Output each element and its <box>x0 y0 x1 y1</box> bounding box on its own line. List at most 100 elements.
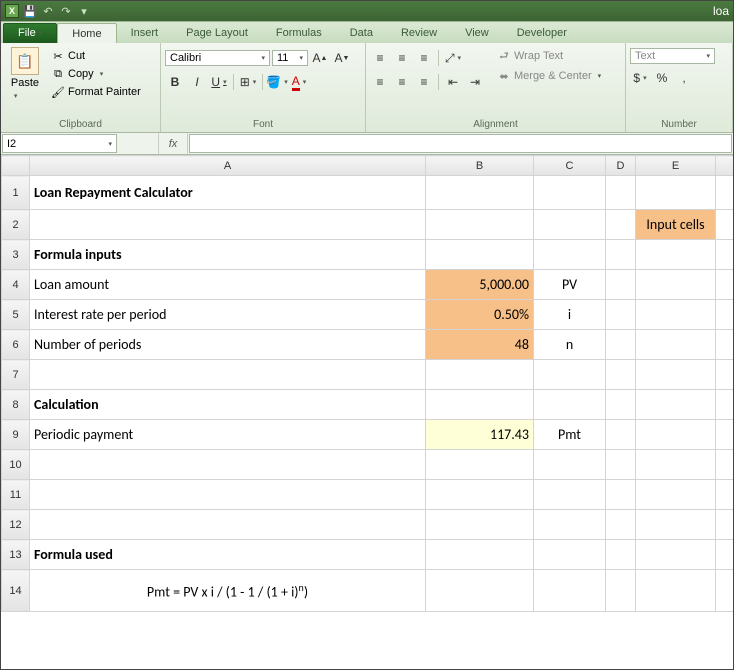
tab-developer[interactable]: Developer <box>503 23 581 43</box>
cell-C2[interactable] <box>534 210 606 240</box>
cell-B12[interactable] <box>426 510 534 540</box>
tab-data[interactable]: Data <box>336 23 387 43</box>
cell-E5[interactable] <box>636 300 716 330</box>
col-header-A[interactable]: A <box>30 156 426 176</box>
cell-C7[interactable] <box>534 360 606 390</box>
cell-D2[interactable] <box>606 210 636 240</box>
qat-customize-icon[interactable]: ▾ <box>75 3 93 19</box>
align-center-button[interactable]: ≡ <box>392 72 412 92</box>
cell-E1[interactable] <box>636 176 716 210</box>
cell-A1[interactable]: Loan Repayment Calculator <box>30 176 426 210</box>
col-header-D[interactable]: D <box>606 156 636 176</box>
cell-E4[interactable] <box>636 270 716 300</box>
format-painter-button[interactable]: 🖌Format Painter <box>49 84 143 100</box>
cell-A2[interactable] <box>30 210 426 240</box>
col-header-C[interactable]: C <box>534 156 606 176</box>
qat-save-icon[interactable]: 💾 <box>21 3 39 19</box>
cell-E9[interactable] <box>636 420 716 450</box>
tab-page-layout[interactable]: Page Layout <box>172 23 262 43</box>
row-header-1[interactable]: 1 <box>2 176 30 210</box>
row-header-10[interactable]: 10 <box>2 450 30 480</box>
cell-A6[interactable]: Number of periods <box>30 330 426 360</box>
col-header-E[interactable]: E <box>636 156 716 176</box>
font-name-select[interactable]: Calibri▾ <box>165 50 270 66</box>
cell-D14[interactable] <box>606 570 636 612</box>
cell-E11[interactable] <box>636 480 716 510</box>
cell-A13[interactable]: Formula used <box>30 540 426 570</box>
row-header-14[interactable]: 14 <box>2 570 30 612</box>
cell-E3[interactable] <box>636 240 716 270</box>
col-header-B[interactable]: B <box>426 156 534 176</box>
cell-C6[interactable]: n <box>534 330 606 360</box>
shrink-font-button[interactable]: A▼ <box>332 48 352 68</box>
cell-B13[interactable] <box>426 540 534 570</box>
cell-C3[interactable] <box>534 240 606 270</box>
align-middle-button[interactable]: ≡ <box>392 48 412 68</box>
cell-D8[interactable] <box>606 390 636 420</box>
cell-B14[interactable] <box>426 570 534 612</box>
cell-A4[interactable]: Loan amount <box>30 270 426 300</box>
cell-E8[interactable] <box>636 390 716 420</box>
align-bottom-button[interactable]: ≡ <box>414 48 434 68</box>
qat-undo-icon[interactable]: ↶ <box>39 3 57 19</box>
formula-input[interactable] <box>189 134 732 153</box>
cell-A14[interactable]: Pmt = PV x i / (1 - 1 / (1 + i)n) <box>30 570 426 612</box>
align-right-button[interactable]: ≡ <box>414 72 434 92</box>
cell-E7[interactable] <box>636 360 716 390</box>
cell-E6[interactable] <box>636 330 716 360</box>
cell-D6[interactable] <box>606 330 636 360</box>
merge-center-button[interactable]: ⬌Merge & Center ▾ <box>495 68 603 84</box>
align-left-button[interactable]: ≡ <box>370 72 390 92</box>
fx-icon[interactable]: fx <box>158 133 188 154</box>
tab-home[interactable]: Home <box>57 23 116 43</box>
cell-C12[interactable] <box>534 510 606 540</box>
decrease-indent-button[interactable]: ⇤ <box>443 72 463 92</box>
file-tab[interactable]: File ▾ <box>3 23 57 43</box>
cell-B10[interactable] <box>426 450 534 480</box>
row-header-12[interactable]: 12 <box>2 510 30 540</box>
cell-D9[interactable] <box>606 420 636 450</box>
cell-C5[interactable]: i <box>534 300 606 330</box>
row-header-6[interactable]: 6 <box>2 330 30 360</box>
bold-button[interactable]: B <box>165 72 185 92</box>
cell-E2[interactable]: Input cells <box>636 210 716 240</box>
cell-E14[interactable] <box>636 570 716 612</box>
cell-A7[interactable] <box>30 360 426 390</box>
comma-button[interactable]: , <box>674 68 694 88</box>
row-header-5[interactable]: 5 <box>2 300 30 330</box>
qat-redo-icon[interactable]: ↷ <box>57 3 75 19</box>
cell-D1[interactable] <box>606 176 636 210</box>
orientation-button[interactable]: ⤢▾ <box>443 48 463 68</box>
row-header-8[interactable]: 8 <box>2 390 30 420</box>
cell-A9[interactable]: Periodic payment <box>30 420 426 450</box>
cell-B1[interactable] <box>426 176 534 210</box>
cell-C11[interactable] <box>534 480 606 510</box>
cell-D11[interactable] <box>606 480 636 510</box>
underline-button[interactable]: U▾ <box>209 72 229 92</box>
wrap-text-button[interactable]: ⮐Wrap Text <box>495 48 603 64</box>
italic-button[interactable]: I <box>187 72 207 92</box>
tab-formulas[interactable]: Formulas <box>262 23 336 43</box>
cell-D10[interactable] <box>606 450 636 480</box>
cut-button[interactable]: ✂Cut <box>49 48 143 64</box>
row-header-13[interactable]: 13 <box>2 540 30 570</box>
cell-E10[interactable] <box>636 450 716 480</box>
cell-C9[interactable]: Pmt <box>534 420 606 450</box>
cell-B8[interactable] <box>426 390 534 420</box>
cell-B3[interactable] <box>426 240 534 270</box>
row-header-9[interactable]: 9 <box>2 420 30 450</box>
number-format-select[interactable]: Text▾ <box>630 48 715 64</box>
align-top-button[interactable]: ≡ <box>370 48 390 68</box>
cell-A11[interactable] <box>30 480 426 510</box>
copy-button[interactable]: ⧉Copy ▾ <box>49 66 143 82</box>
cell-D7[interactable] <box>606 360 636 390</box>
cell-C1[interactable] <box>534 176 606 210</box>
tab-review[interactable]: Review <box>387 23 451 43</box>
spreadsheet-grid[interactable]: A B C D E 1Loan Repayment Calculator 2In… <box>1 155 733 671</box>
currency-button[interactable]: $▾ <box>630 68 650 88</box>
cell-D4[interactable] <box>606 270 636 300</box>
paste-button[interactable]: 📋 Paste▾ <box>5 45 45 101</box>
cell-E13[interactable] <box>636 540 716 570</box>
cell-B2[interactable] <box>426 210 534 240</box>
select-all-corner[interactable] <box>2 156 30 176</box>
